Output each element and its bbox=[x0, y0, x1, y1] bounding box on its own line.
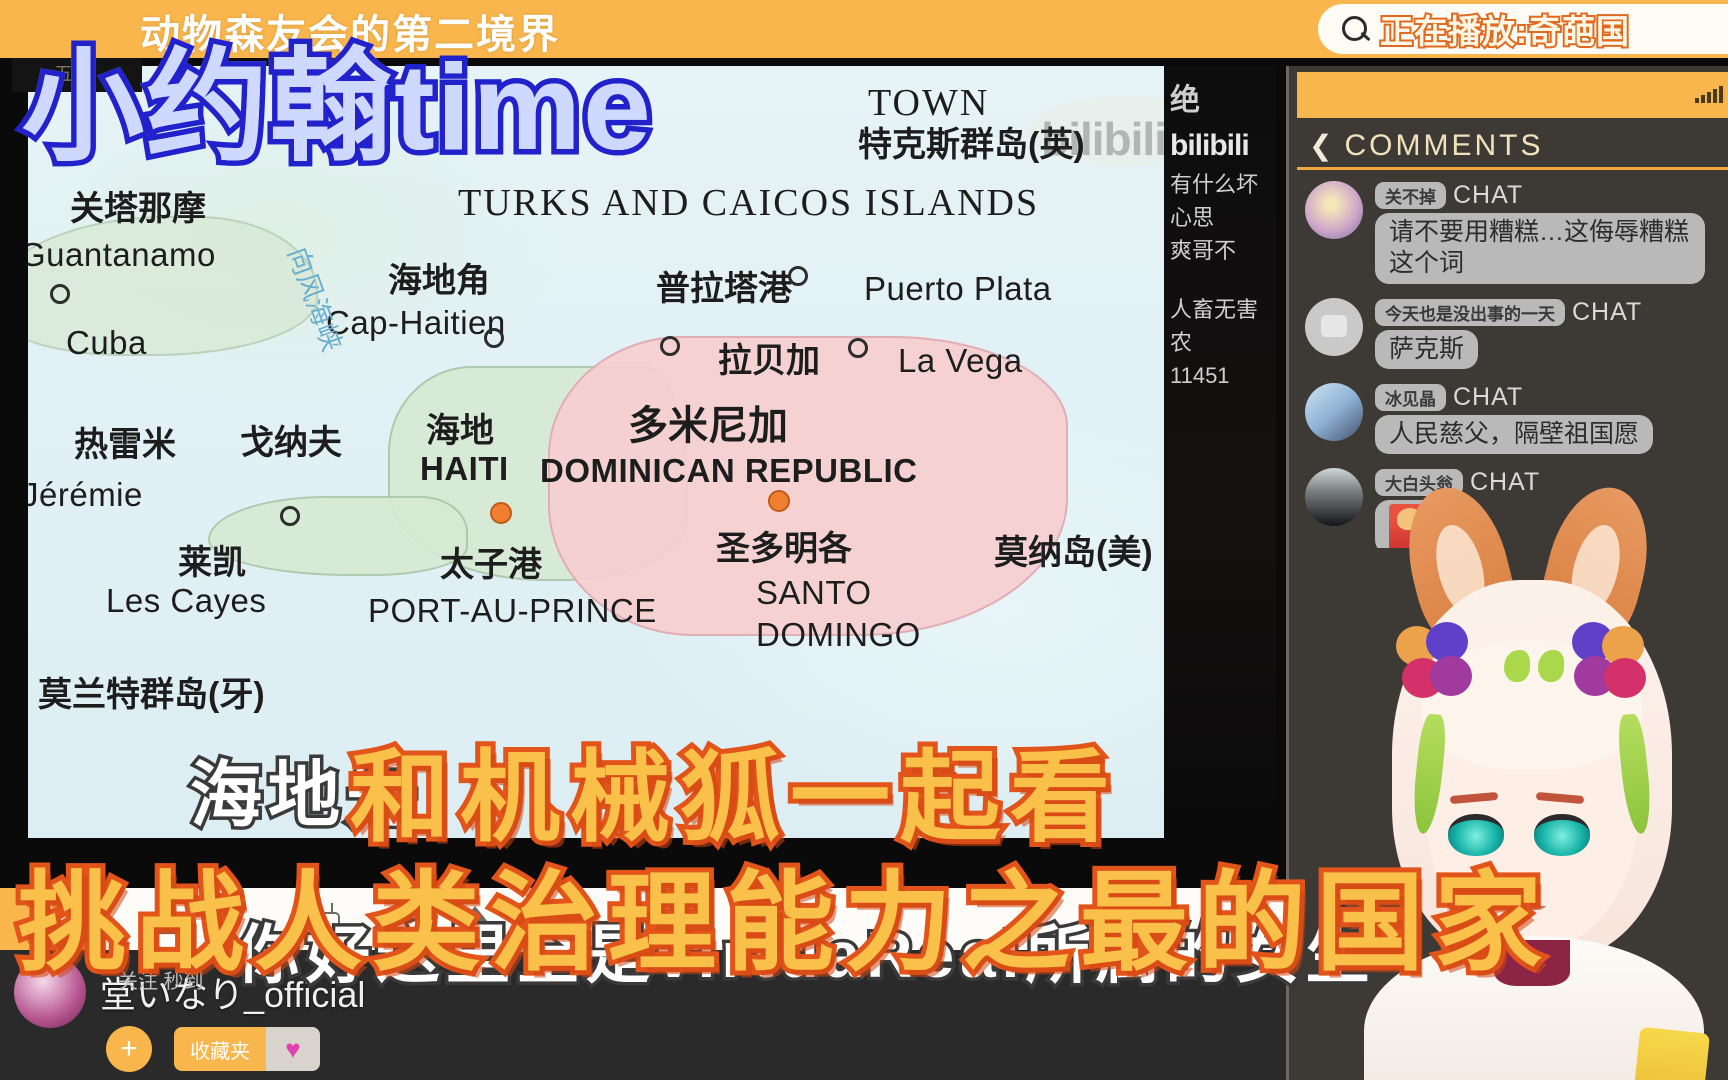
map-city-ring-3 bbox=[788, 266, 808, 286]
map-city-ring-2 bbox=[660, 336, 680, 356]
map-label-jeremie-en: Jérémie bbox=[28, 476, 143, 513]
favorite-label: 收藏夹 bbox=[190, 1040, 250, 1063]
map-label-puerto-plata-en: Puerto Plata bbox=[864, 270, 1052, 307]
panel-orange-bar bbox=[1297, 72, 1728, 118]
map-label-jeremie-cn: 热雷米 bbox=[74, 426, 176, 464]
action-button-row[interactable]: + 收藏夹 ♥ bbox=[106, 1026, 320, 1072]
map-label-guantanamo-cn: 关塔那摩 bbox=[70, 190, 206, 228]
chevron-left-icon[interactable]: ❮ bbox=[1309, 131, 1332, 160]
map-label-la-vega-en: La Vega bbox=[898, 342, 1023, 379]
map-label-guantanamo-en: Guantanamo bbox=[28, 236, 216, 273]
map-label-cap-haitien-cn: 海地角 bbox=[388, 262, 490, 300]
flower-hair-accessory-left bbox=[1396, 622, 1480, 706]
comment-row[interactable]: 关不掉 CHAT 请不要用糟糕…这侮辱糟糕这个词 bbox=[1297, 178, 1728, 295]
map-label-dominican-cn: 多米尼加 bbox=[628, 404, 788, 448]
secondary-stream-strip: 绝 bilibili 有什么坏心思 爽哥不 人畜无害农 11451 bbox=[1164, 66, 1276, 838]
comments-panel-header: ❮ COMMENTS bbox=[1297, 124, 1728, 170]
avatar bbox=[1305, 382, 1363, 441]
side-strip-line-6: 11451 bbox=[1170, 363, 1230, 388]
map-label-puerto-plata-cn: 普拉塔港 bbox=[656, 270, 792, 308]
stream-screenshot: 动物森友会的第二境界 正在播放:奇葩国 LIVE 五五 关塔那摩 Guantan… bbox=[0, 0, 1728, 1080]
green-bow-accessory bbox=[1504, 646, 1564, 686]
side-strip-line-1: 绝 bbox=[1170, 84, 1200, 117]
map-label-cap-haitien-en: Cap-Haitien bbox=[326, 304, 506, 341]
comment-username: 冰见晶 bbox=[1375, 383, 1446, 411]
map-city-ring-6 bbox=[50, 284, 70, 304]
map-label-morant-cn: 莫兰特群岛(牙) bbox=[38, 676, 265, 714]
map-city-ring-5 bbox=[280, 506, 300, 526]
channel-watermark: 小约翰time bbox=[17, 8, 657, 185]
landmass-haiti-south bbox=[208, 496, 468, 576]
comment-chat-tag: CHAT bbox=[1572, 297, 1643, 326]
heart-icon[interactable]: ♥ bbox=[266, 1027, 320, 1071]
map-city-ring-1 bbox=[484, 328, 504, 348]
bilibili-watermark-map: bilibili bbox=[1041, 113, 1167, 165]
map-label-santo-domingo-en-1: SANTO bbox=[756, 574, 872, 611]
follow-add-button[interactable]: + bbox=[106, 1026, 152, 1072]
channel-watermark-text: 小约翰time bbox=[17, 34, 657, 181]
kimono-sash bbox=[1627, 1026, 1711, 1080]
map-label-port-au-prince-en: PORT-AU-PRINCE bbox=[368, 592, 657, 629]
now-playing-search-pill[interactable]: 正在播放:奇葩国 bbox=[1318, 4, 1728, 54]
signal-bars-icon bbox=[1695, 86, 1723, 103]
map-city-dot-port-au-prince bbox=[490, 502, 512, 524]
side-strip-bilibili: bilibili bbox=[1170, 129, 1250, 162]
comment-chat-tag: CHAT bbox=[1453, 382, 1524, 411]
comment-username: 关不掉 bbox=[1375, 182, 1446, 209]
map-label-les-cayes-cn: 莱凯 bbox=[178, 544, 246, 582]
map-label-cuba-en: Cuba bbox=[66, 324, 147, 361]
comment-text: 人民慈父，隔壁祖国愿 bbox=[1375, 414, 1654, 454]
map-label-santo-domingo-en-2: DOMINGO bbox=[756, 616, 921, 653]
map-label-les-cayes-en: Les Cayes bbox=[106, 582, 267, 619]
avatar bbox=[1305, 181, 1363, 239]
map-label-mona-cn: 莫纳岛(美) bbox=[994, 534, 1153, 572]
map-label-gonave-cn: 戈纳夫 bbox=[240, 424, 342, 462]
map-label-haiti-cn: 海地 bbox=[426, 412, 494, 450]
flower-hair-accessory-right bbox=[1572, 622, 1656, 706]
map-city-dot-santo-domingo bbox=[768, 490, 790, 512]
avatar bbox=[1305, 297, 1363, 356]
comment-row[interactable]: 今天也是没出事的一天 CHAT 萨克斯 bbox=[1297, 295, 1728, 380]
map-label-port-au-prince-cn: 太子港 bbox=[440, 546, 542, 584]
comment-chat-tag: CHAT bbox=[1453, 181, 1524, 209]
side-strip-line-3: 有什么坏心思 bbox=[1170, 172, 1259, 230]
search-icon bbox=[1340, 14, 1370, 44]
comments-panel-title: COMMENTS bbox=[1344, 128, 1544, 162]
map-label-turks-en: TURKS AND CAICOS ISLANDS bbox=[458, 182, 1040, 224]
favorite-button[interactable]: 收藏夹 ♥ bbox=[174, 1027, 320, 1071]
side-strip-line-4: 爽哥不 bbox=[1170, 238, 1237, 263]
map-city-ring-4 bbox=[848, 338, 868, 358]
subtitle-orange-line-2: 挑战人类治理能力之最的国家 bbox=[13, 857, 1553, 988]
comment-text: 萨克斯 bbox=[1375, 329, 1479, 369]
map-label-haiti-en: HAITI bbox=[420, 450, 509, 487]
map-label-la-vega-cn: 拉贝加 bbox=[718, 342, 820, 380]
side-strip-line-5: 人畜无害农 bbox=[1170, 297, 1259, 355]
now-playing-text: 正在播放:奇葩国 bbox=[1378, 11, 1631, 52]
map-label-dominican-en: DOMINICAN REPUBLIC bbox=[540, 452, 918, 489]
map-label-santo-domingo-cn: 圣多明各 bbox=[716, 530, 852, 568]
comment-row[interactable]: 冰见晶 CHAT 人民慈父，隔壁祖国愿 bbox=[1297, 380, 1728, 465]
map-label-town-en: TOWN bbox=[868, 82, 990, 124]
comment-username: 今天也是没出事的一天 bbox=[1375, 298, 1565, 326]
comment-text: 请不要用糟糕…这侮辱糟糕这个词 bbox=[1375, 213, 1705, 284]
